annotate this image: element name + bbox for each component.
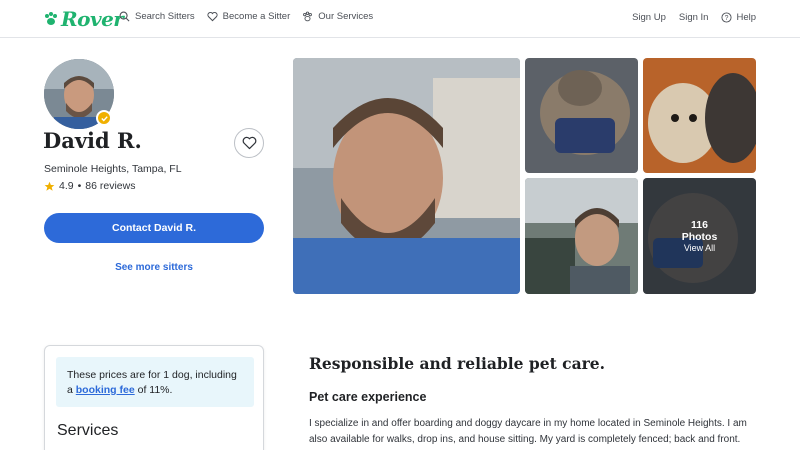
gallery-photo-dogs[interactable] <box>643 58 756 173</box>
price-note-suffix: of 11%. <box>134 384 173 396</box>
help-label: Help <box>736 12 756 23</box>
nav-our-services[interactable]: Our Services <box>302 11 373 22</box>
main-photo[interactable] <box>293 58 520 294</box>
sign-up-link[interactable]: Sign Up <box>632 12 666 23</box>
verified-badge-icon <box>96 110 112 126</box>
price-note: These prices are for 1 dog, including a … <box>56 357 254 407</box>
svg-text:?: ? <box>725 15 729 22</box>
paw-icon <box>303 11 313 22</box>
nav-label: Our Services <box>318 11 374 22</box>
photos-label: Photos <box>681 231 718 243</box>
services-card: These prices are for 1 dog, including a … <box>44 345 264 450</box>
see-more-sitters-link[interactable]: See more sitters <box>44 262 264 273</box>
nav-become-sitter[interactable]: Become a Sitter <box>207 11 291 22</box>
logo-text: Rover <box>61 7 124 31</box>
about-heading: Responsible and reliable pet care. <box>309 354 606 373</box>
help-icon: ? <box>721 12 732 23</box>
account-nav: Sign Up Sign In ? Help <box>632 12 756 23</box>
nav-label: Become a Sitter <box>222 11 291 22</box>
sitter-location: Seminole Heights, Tampa, FL <box>44 163 182 175</box>
experience-text: I specialize in and offer boarding and d… <box>309 418 747 445</box>
services-heading: Services <box>57 422 119 439</box>
experience-heading: Pet care experience <box>309 390 427 404</box>
gallery-view-all[interactable]: 116 Photos View All <box>643 178 756 294</box>
photo-count: 116 <box>691 219 708 231</box>
help-link[interactable]: ? Help <box>721 12 756 23</box>
paw-logo-icon <box>45 12 57 25</box>
rating-value: 4.9 <box>59 180 74 192</box>
gallery-photo-dog-harness[interactable] <box>525 58 638 173</box>
avatar <box>44 59 114 129</box>
heart-icon <box>242 136 256 150</box>
rating-row: 4.9 • 86 reviews <box>44 180 136 192</box>
rating-separator: • <box>77 180 82 192</box>
nav-label: Search Sitters <box>135 11 195 22</box>
top-header: Rover Search Sitters Become a Sitter Our… <box>0 0 800 38</box>
contact-button[interactable]: Contact David R. <box>44 213 264 243</box>
star-icon <box>44 181 55 191</box>
nav-search-sitters[interactable]: Search Sitters <box>119 11 195 22</box>
view-all-link[interactable]: View All <box>684 243 715 253</box>
rover-logo[interactable]: Rover <box>43 7 124 31</box>
gallery-photo-sitter-selfie[interactable] <box>525 178 638 294</box>
favorite-button[interactable] <box>234 128 264 158</box>
main-nav: Search Sitters Become a Sitter Our Servi… <box>119 11 373 22</box>
review-count[interactable]: 86 reviews <box>85 180 135 192</box>
photos-overlay: 116 Photos View All <box>643 178 756 294</box>
heart-icon <box>207 12 218 22</box>
search-icon <box>119 11 130 22</box>
sign-in-link[interactable]: Sign In <box>679 12 709 23</box>
booking-fee-link[interactable]: booking fee <box>76 384 135 396</box>
sitter-name: David R. <box>43 128 142 153</box>
